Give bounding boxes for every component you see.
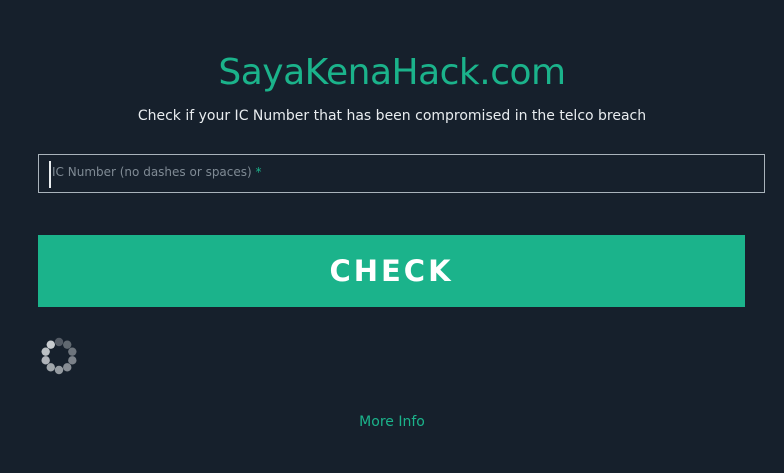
text-cursor <box>49 161 51 188</box>
check-button[interactable]: CHECK <box>38 235 745 307</box>
spinner-dot <box>63 363 72 372</box>
spinner-dot <box>68 356 77 365</box>
spinner-icon <box>41 337 77 375</box>
ic-number-placeholder-text: IC Number (no dashes or spaces) <box>52 165 252 179</box>
spinner-dot <box>41 356 50 365</box>
required-marker: * <box>255 165 262 179</box>
spinner-dot <box>68 347 77 356</box>
spinner-dot <box>41 347 50 356</box>
page-subtitle: Check if your IC Number that has been co… <box>137 108 647 124</box>
spinner-dot <box>54 365 64 375</box>
spinner-dot <box>63 340 72 349</box>
more-info: More Info <box>0 411 784 433</box>
spinner-dot <box>46 340 55 349</box>
site-title: SayaKenaHack.com <box>218 52 566 93</box>
more-info-link[interactable]: More Info <box>359 414 425 430</box>
spinner-dot <box>54 337 64 347</box>
ic-number-input[interactable]: IC Number (no dashes or spaces) * <box>38 154 765 193</box>
spinner-dot <box>46 363 55 372</box>
ic-number-placeholder: IC Number (no dashes or spaces) * <box>52 164 262 180</box>
